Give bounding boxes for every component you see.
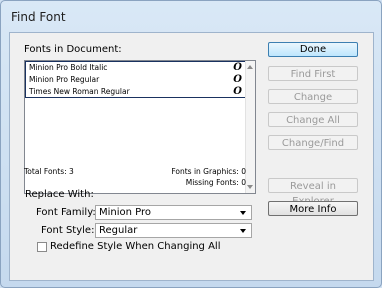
font-style-dropdown[interactable]: Regular [95,223,252,238]
font-list-item[interactable]: Times New Roman Regular O [26,86,247,98]
scroll-up-arrow-icon[interactable] [247,65,253,69]
font-family-dropdown[interactable]: Minion Pro [95,205,252,220]
font-list-item[interactable]: Minion Pro Bold Italic O [26,62,247,74]
list-scrollbar[interactable] [245,61,255,193]
done-button[interactable]: Done [268,42,358,57]
font-name: Minion Pro Bold Italic [29,63,108,72]
more-info-button[interactable]: More Info [268,201,358,216]
dialog-body: Fonts in Document: Minion Pro Bold Itali… [9,32,374,281]
find-first-button[interactable]: Find First [268,66,358,81]
change-find-button[interactable]: Change/Find [268,135,358,150]
fonts-in-graphics-text: Fonts in Graphics: 0 [171,167,246,176]
dialog-title: Find Font [11,10,66,24]
font-name: Times New Roman Regular [29,87,130,96]
total-fonts-text: Total Fonts: 3 [24,167,74,176]
reveal-in-explorer-button[interactable]: Reveal in Explorer [268,178,358,207]
font-list-item[interactable]: Minion Pro Regular O [26,74,247,86]
fonts-in-document-label: Fonts in Document: [24,44,122,55]
fonts-list-items: Minion Pro Bold Italic O Minion Pro Regu… [25,61,248,98]
font-family-label: Font Family: [36,207,96,218]
missing-fonts-text: Missing Fonts: 0 [185,178,246,187]
chevron-down-icon [240,211,246,215]
font-family-value: Minion Pro [99,207,152,218]
opentype-font-icon: O [233,86,242,97]
find-font-dialog: Find Font Fonts in Document: Minion Pro … [0,0,382,288]
font-name: Minion Pro Regular [29,75,100,84]
opentype-font-icon: O [233,74,242,85]
font-style-label: Font Style: [41,225,95,236]
replace-with-label: Replace With: [25,189,94,200]
change-all-button[interactable]: Change All [268,112,358,127]
chevron-down-icon [240,229,246,233]
opentype-font-icon: O [233,62,242,73]
change-button[interactable]: Change [268,89,358,104]
font-style-value: Regular [99,225,138,236]
scroll-down-arrow-icon[interactable] [247,185,253,189]
redefine-style-label[interactable]: Redefine Style When Changing All [50,241,220,252]
redefine-style-checkbox[interactable] [37,242,47,252]
